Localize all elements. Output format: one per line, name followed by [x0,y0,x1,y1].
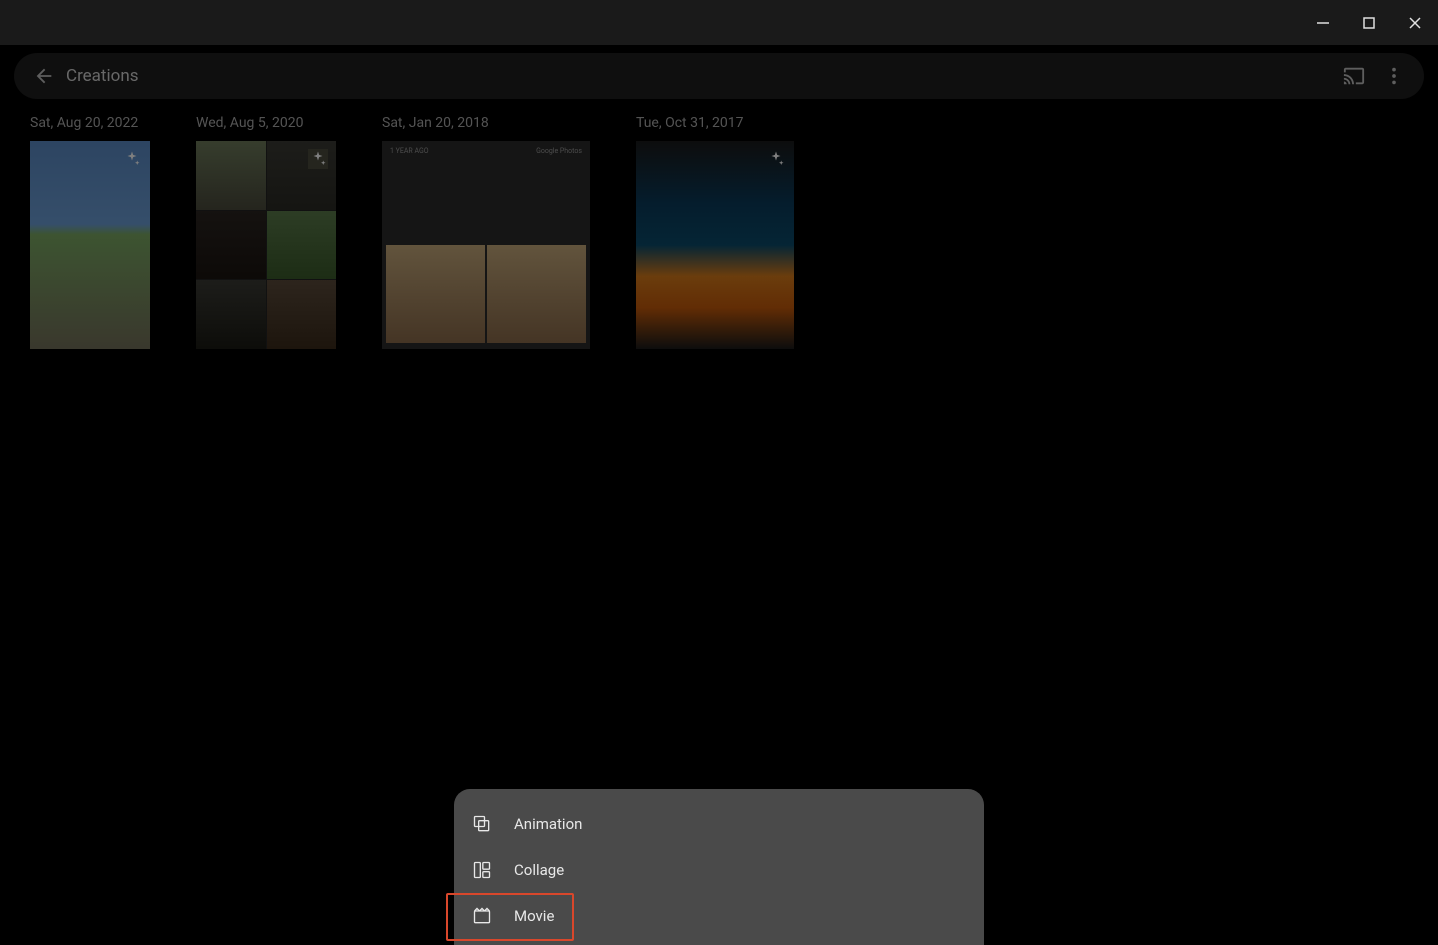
sparkle-icon [122,149,142,169]
sheet-item-animation[interactable]: Animation [454,801,984,847]
creation-thumbnail[interactable] [636,141,794,349]
main-area: Creations Sat, Aug 20, 2022 Wed, Aug 5, … [0,45,1438,945]
collage-banner-left: 1 YEAR AGO [390,147,429,159]
creation-thumbnail[interactable]: 1 YEAR AGO Google Photos [382,141,590,349]
collage-banner-right: Google Photos [536,147,582,159]
date-label: Sat, Aug 20, 2022 [30,115,150,131]
creation-thumbnail[interactable] [196,141,336,349]
more-button[interactable] [1374,56,1414,96]
collage-icon [472,860,492,880]
date-label: Wed, Aug 5, 2020 [196,115,336,131]
back-button[interactable] [24,56,64,96]
date-label: Tue, Oct 31, 2017 [636,115,794,131]
minimize-button[interactable] [1300,0,1346,45]
create-bottom-sheet: Animation Collage Movie [454,789,984,945]
sparkle-icon [308,149,328,169]
close-button[interactable] [1392,0,1438,45]
sheet-item-label: Collage [514,861,564,879]
creation-group: Tue, Oct 31, 2017 [636,115,794,349]
appbar-wrapper: Creations [0,45,1438,99]
cast-button[interactable] [1334,56,1374,96]
sheet-item-label: Movie [514,907,554,925]
sheet-item-collage[interactable]: Collage [454,847,984,893]
creations-grid: Sat, Aug 20, 2022 Wed, Aug 5, 2020 Sat, … [0,99,1438,365]
creation-group: Sat, Jan 20, 2018 1 YEAR AGO Google Phot… [382,115,590,349]
creation-group: Wed, Aug 5, 2020 [196,115,336,349]
maximize-button[interactable] [1346,0,1392,45]
creation-group: Sat, Aug 20, 2022 [30,115,150,349]
sparkle-icon [766,149,786,169]
movie-icon [472,906,492,926]
page-title: Creations [66,66,138,86]
animation-icon [472,814,492,834]
creation-thumbnail[interactable] [30,141,150,349]
sheet-item-label: Animation [514,815,582,833]
date-label: Sat, Jan 20, 2018 [382,115,590,131]
sheet-item-movie[interactable]: Movie [454,893,984,939]
appbar: Creations [14,53,1424,99]
window-titlebar [0,0,1438,45]
